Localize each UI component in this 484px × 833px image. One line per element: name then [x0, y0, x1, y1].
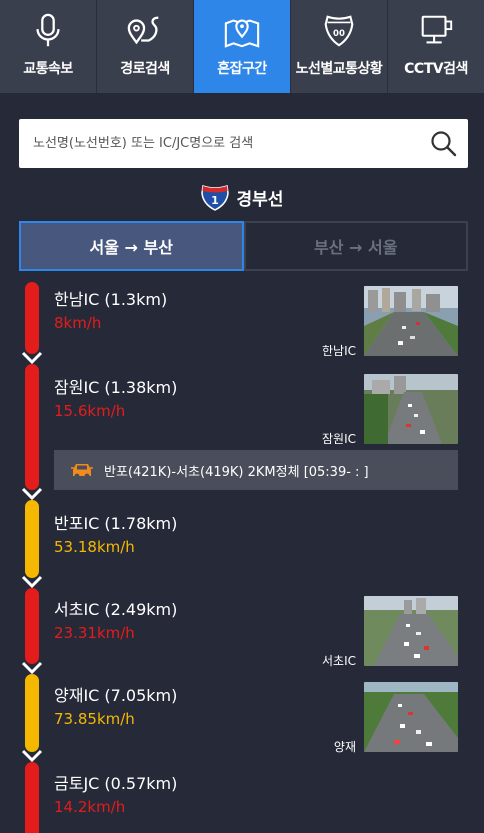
- svg-text:00: 00: [333, 29, 345, 39]
- route-icon: [127, 16, 159, 45]
- search-icon[interactable]: [430, 130, 458, 158]
- ic-name: 반포IC (1.78km): [54, 514, 178, 533]
- speed-value: 15.6km/h: [54, 402, 126, 420]
- nav-item-label: 노선별교통상황: [295, 61, 383, 77]
- segment-bar-congested: [25, 762, 39, 833]
- chevron-down-icon: [21, 351, 43, 365]
- route-number: 1: [211, 194, 219, 207]
- nav-item-congestion[interactable]: 혼잡구간: [194, 0, 291, 93]
- nav-item-label: 혼잡구간: [217, 61, 267, 77]
- cctv-label: 잠원IC: [322, 432, 356, 446]
- nav-item-cctv-search[interactable]: CCTV검색: [388, 0, 484, 93]
- ic-name: 서초IC (2.49km): [54, 600, 178, 619]
- search-input[interactable]: [19, 119, 419, 168]
- highway-shield-icon: 00: [324, 15, 354, 47]
- cctv-label: 양재: [333, 740, 356, 754]
- cctv-label: 한남IC: [322, 344, 356, 358]
- chevron-down-icon: [21, 487, 43, 501]
- cctv-thumbnail[interactable]: [364, 374, 458, 444]
- map-pin-icon: [224, 19, 260, 48]
- speed-value: 8km/h: [54, 314, 102, 332]
- highway-shield-icon: 1: [200, 185, 229, 211]
- cctv-thumbnail[interactable]: [364, 682, 458, 752]
- chevron-down-icon: [21, 575, 43, 589]
- ic-name: 금토JC (0.57km): [54, 774, 178, 793]
- speed-value: 53.18km/h: [54, 538, 135, 556]
- nav-item-traffic-news[interactable]: 교통속보: [0, 0, 97, 93]
- speed-value: 23.31km/h: [54, 624, 135, 642]
- ic-name: 잠원IC (1.38km): [54, 378, 178, 397]
- nav-item-label: CCTV검색: [404, 61, 468, 77]
- direction-tabs: 서울 → 부산 부산 → 서울: [19, 221, 468, 271]
- chevron-down-icon: [21, 661, 43, 675]
- cctv-thumbnail[interactable]: [364, 596, 458, 666]
- nav-item-route-search[interactable]: 경로검색: [97, 0, 194, 93]
- speed-value: 14.2km/h: [54, 798, 126, 816]
- ic-name: 양재IC (7.05km): [54, 686, 178, 705]
- incident-text: 반포(421K)-서초(419K) 2KM정체 [05:39- : ]: [104, 464, 369, 480]
- speed-value: 73.85km/h: [54, 710, 135, 728]
- nav-item-route-traffic[interactable]: 00 노선별교통상황: [291, 0, 388, 93]
- congestion-list: 한남IC (1.3km) 8km/h 한남IC 잠원IC (1.38km) 15…: [0, 280, 484, 833]
- ic-name: 한남IC (1.3km): [54, 290, 168, 309]
- segment-bar-slow: [25, 500, 39, 578]
- cctv-thumbnail[interactable]: [364, 286, 458, 356]
- chevron-down-icon: [21, 749, 43, 763]
- search-bar: [19, 119, 468, 168]
- segment-bar-slow: [25, 674, 39, 752]
- tab-seoul-to-busan[interactable]: 서울 → 부산: [19, 221, 244, 271]
- segment-bar-congested: [25, 588, 39, 664]
- nav-item-label: 경로검색: [120, 61, 170, 77]
- tab-busan-to-seoul[interactable]: 부산 → 서울: [243, 221, 468, 271]
- microphone-icon: [36, 13, 60, 47]
- car-icon: [71, 464, 93, 479]
- route-name: 경부선: [236, 189, 284, 210]
- cctv-camera-icon: [421, 15, 453, 44]
- incident-banner[interactable]: 반포(421K)-서초(419K) 2KM정체 [05:39- : ]: [54, 450, 458, 490]
- top-nav: 교통속보 경로검색 혼잡구간 00 노선별교통상황 CCTV검색: [0, 0, 484, 93]
- segment-bar-congested: [25, 364, 39, 490]
- route-title: 1 경부선: [0, 182, 484, 212]
- cctv-label: 서초IC: [322, 654, 356, 668]
- nav-item-label: 교통속보: [23, 61, 73, 77]
- segment-bar-congested: [25, 282, 39, 354]
